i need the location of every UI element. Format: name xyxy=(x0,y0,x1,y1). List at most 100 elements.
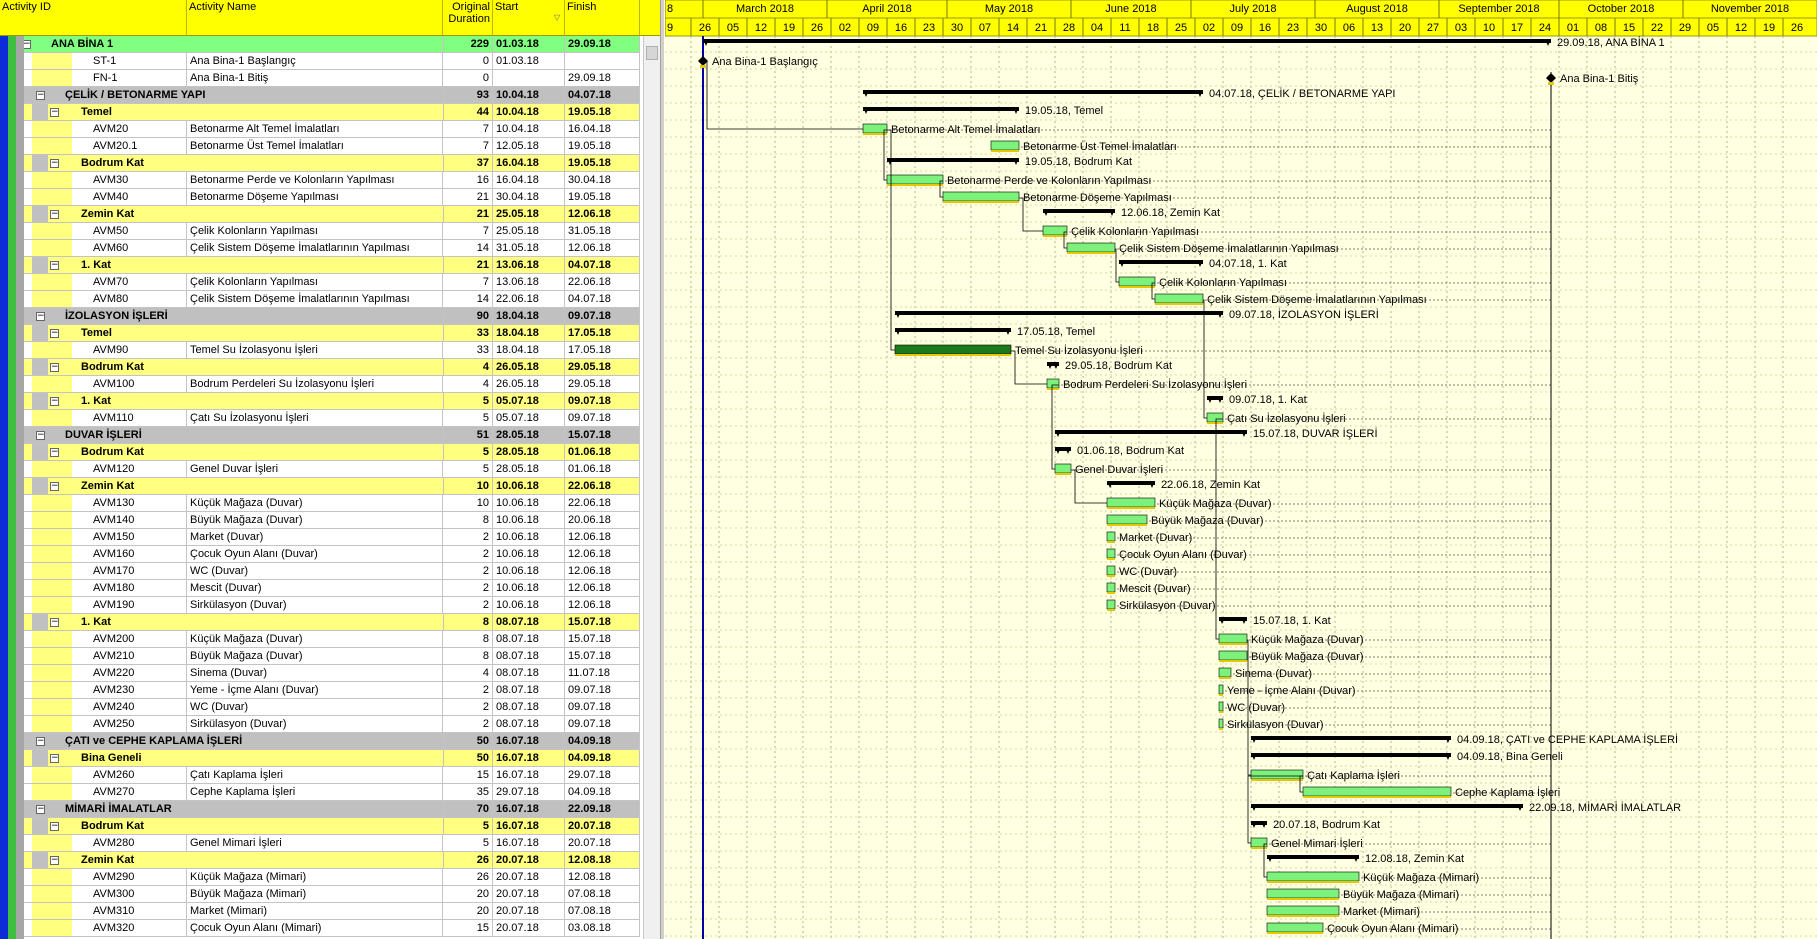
activity-bar[interactable] xyxy=(1154,293,1204,304)
table-row[interactable]: AVM310 Market (Mimari) 20 20.07.18 07.08.18 xyxy=(0,903,640,920)
table-row[interactable]: FN-1 Ana Bina-1 Bitiş 0 29.09.18 xyxy=(0,70,640,87)
table-row[interactable]: AVM150 Market (Duvar) 2 10.06.18 12.06.18 xyxy=(0,529,640,546)
table-row[interactable]: AVM230 Yeme - İçme Alanı (Duvar) 2 08.07.18… xyxy=(0,682,640,699)
table-row[interactable]: AVM70 Çelik Kolonların Yapılması 7 13.06.18… xyxy=(0,274,640,291)
activity-bar[interactable] xyxy=(1106,582,1116,593)
wbs-group-row[interactable]: − 1. Kat 5 05.07.18 09.07.18 xyxy=(0,393,640,410)
activity-bar[interactable] xyxy=(1046,378,1060,389)
table-row[interactable]: AVM20 Betonarme Alt Temel İmalatları 7 10.0… xyxy=(0,121,640,138)
column-header-start[interactable]: Start ▽ xyxy=(493,0,565,36)
table-row[interactable]: AVM120 Genel Duvar İşleri 5 28.05.18 01.06.1… xyxy=(0,461,640,478)
collapse-toggle-icon[interactable]: − xyxy=(50,397,59,406)
summary-bar[interactable] xyxy=(703,39,1551,43)
collapse-toggle-icon[interactable]: − xyxy=(50,482,59,491)
wbs-group-row[interactable]: − Temel 33 18.04.18 17.05.18 xyxy=(0,325,640,342)
activity-bar[interactable] xyxy=(1106,531,1116,542)
column-header-activity-id[interactable]: Activity ID xyxy=(0,0,187,36)
collapse-toggle-icon[interactable]: − xyxy=(36,737,45,746)
table-row[interactable]: AVM170 WC (Duvar) 2 10.06.18 12.06.18 xyxy=(0,563,640,580)
collapse-toggle-icon[interactable]: − xyxy=(36,431,45,440)
table-row[interactable]: AVM140 Büyük Mağaza (Duvar) 8 10.06.18 20.06… xyxy=(0,512,640,529)
table-row[interactable]: AVM200 Küçük Mağaza (Duvar) 8 08.07.18 15.07… xyxy=(0,631,640,648)
activity-bar[interactable] xyxy=(1106,548,1116,559)
wbs-group-row[interactable]: − ÇELİK / BETONARME YAPI 93 10.04.18 04.07.1… xyxy=(0,87,640,104)
table-row[interactable]: AVM240 WC (Duvar) 2 08.07.18 09.07.18 xyxy=(0,699,640,716)
collapse-toggle-icon[interactable]: − xyxy=(50,363,59,372)
milestone-diamond[interactable] xyxy=(1546,73,1556,83)
activity-bar[interactable] xyxy=(990,140,1020,151)
table-row[interactable]: AVM80 Çelik Sistem Döşeme İmalatlarının Y… xyxy=(0,291,640,308)
summary-bar[interactable] xyxy=(863,107,1019,111)
wbs-group-row[interactable]: − DUVAR İŞLERİ 51 28.05.18 15.07.18 xyxy=(0,427,640,444)
summary-bar[interactable] xyxy=(887,158,1019,162)
activity-bar[interactable] xyxy=(1266,922,1324,933)
collapse-toggle-icon[interactable]: − xyxy=(50,618,59,627)
table-row[interactable]: AVM40 Betonarme Döşeme Yapılması 21 30.04.1… xyxy=(0,189,640,206)
table-row[interactable]: AVM260 Çatı Kaplama İşleri 15 16.07.18 29.07… xyxy=(0,767,640,784)
collapse-toggle-icon[interactable]: − xyxy=(50,822,59,831)
activity-bar[interactable] xyxy=(1218,701,1224,712)
summary-bar[interactable] xyxy=(1267,855,1359,859)
activity-bar[interactable] xyxy=(1106,497,1156,508)
collapse-toggle-icon[interactable]: − xyxy=(50,108,59,117)
column-header-finish[interactable]: Finish xyxy=(565,0,640,36)
wbs-group-row[interactable]: − Bodrum Kat 4 26.05.18 29.05.18 xyxy=(0,359,640,376)
activity-bar[interactable] xyxy=(1206,412,1224,423)
table-row[interactable]: AVM300 Büyük Mağaza (Mimari) 20 20.07.18 07.… xyxy=(0,886,640,903)
summary-bar[interactable] xyxy=(1055,430,1247,434)
column-header-original-duration[interactable]: Original Duration xyxy=(443,0,493,36)
summary-bar[interactable] xyxy=(1251,804,1523,808)
activity-bar[interactable] xyxy=(1066,242,1116,253)
table-row[interactable]: AVM110 Çatı Su İzolasyonu İşleri 5 05.07.18… xyxy=(0,410,640,427)
activity-bar[interactable] xyxy=(1106,565,1116,576)
summary-bar[interactable] xyxy=(1119,260,1203,264)
activity-bar[interactable] xyxy=(1218,633,1248,644)
activity-bar[interactable] xyxy=(1042,225,1068,236)
activity-bar[interactable] xyxy=(1106,514,1148,525)
activity-bar[interactable] xyxy=(1106,599,1116,610)
table-row[interactable]: AVM210 Büyük Mağaza (Duvar) 8 08.07.18 15.07… xyxy=(0,648,640,665)
collapse-toggle-icon[interactable]: − xyxy=(50,448,59,457)
wbs-group-row[interactable]: − Temel 44 10.04.18 19.05.18 xyxy=(0,104,640,121)
vertical-scrollbar[interactable] xyxy=(643,36,660,939)
table-row[interactable]: AVM90 Temel Su İzolasyonu İşleri 33 18.04.1… xyxy=(0,342,640,359)
activity-bar[interactable] xyxy=(1302,786,1452,797)
wbs-group-row[interactable]: − Zemin Kat 10 10.06.18 22.06.18 xyxy=(0,478,640,495)
wbs-group-row[interactable]: − Bina Geneli 50 16.07.18 04.09.18 xyxy=(0,750,640,767)
wbs-group-row[interactable]: − Bodrum Kat 5 28.05.18 01.06.18 xyxy=(0,444,640,461)
collapse-toggle-icon[interactable]: − xyxy=(36,805,45,814)
summary-bar[interactable] xyxy=(1043,209,1115,213)
wbs-group-row[interactable]: − Zemin Kat 21 25.05.18 12.06.18 xyxy=(0,206,640,223)
wbs-group-row[interactable]: − Zemin Kat 26 20.07.18 12.08.18 xyxy=(0,852,640,869)
wbs-group-row[interactable]: − 1. Kat 21 13.06.18 04.07.18 xyxy=(0,257,640,274)
summary-bar[interactable] xyxy=(863,90,1203,94)
table-row[interactable]: ST-1 Ana Bina-1 Başlangıç 0 01.03.18 xyxy=(0,53,640,70)
activity-bar[interactable] xyxy=(886,174,944,185)
summary-bar[interactable] xyxy=(1251,736,1451,740)
table-row[interactable]: AVM190 Sirkülasyon (Duvar) 2 10.06.18 12.06.… xyxy=(0,597,640,614)
collapse-toggle-icon[interactable]: − xyxy=(50,856,59,865)
activity-bar[interactable] xyxy=(1266,905,1340,916)
table-row[interactable]: AVM160 Çocuk Oyun Alanı (Duvar) 2 10.06.18 1… xyxy=(0,546,640,563)
activity-bar[interactable] xyxy=(1054,463,1072,474)
activity-bar[interactable] xyxy=(1218,667,1232,678)
summary-bar[interactable] xyxy=(895,311,1223,315)
scrollbar-thumb[interactable] xyxy=(646,46,658,60)
table-row[interactable]: AVM290 Küçük Mağaza (Mimari) 26 20.07.18 12.… xyxy=(0,869,640,886)
table-row[interactable]: AVM250 Sirkülasyon (Duvar) 2 08.07.18 09.07.… xyxy=(0,716,640,733)
collapse-toggle-icon[interactable]: − xyxy=(50,754,59,763)
wbs-group-row[interactable]: − ANA BİNA 1 229 01.03.18 29.09.18 xyxy=(0,36,640,53)
table-row[interactable]: AVM180 Mescit (Duvar) 2 10.06.18 12.06.18 xyxy=(0,580,640,597)
table-row[interactable]: AVM220 Sinema (Duvar) 4 08.07.18 11.07.18 xyxy=(0,665,640,682)
activity-bar[interactable] xyxy=(1266,871,1360,882)
summary-bar[interactable] xyxy=(1107,481,1155,485)
activity-bar[interactable] xyxy=(1218,718,1224,729)
table-row[interactable]: AVM320 Çocuk Oyun Alanı (Mimari) 15 20.07.1… xyxy=(0,920,640,937)
summary-bar[interactable] xyxy=(1251,753,1451,757)
column-header-activity-name[interactable]: Activity Name xyxy=(187,0,443,36)
activity-bar[interactable] xyxy=(1266,888,1340,899)
activity-bar[interactable] xyxy=(1218,650,1248,661)
table-row[interactable]: AVM50 Çelik Kolonların Yapılması 7 25.05.18… xyxy=(0,223,640,240)
wbs-group-row[interactable]: − 1. Kat 8 08.07.18 15.07.18 xyxy=(0,614,640,631)
activity-bar[interactable] xyxy=(862,123,888,134)
